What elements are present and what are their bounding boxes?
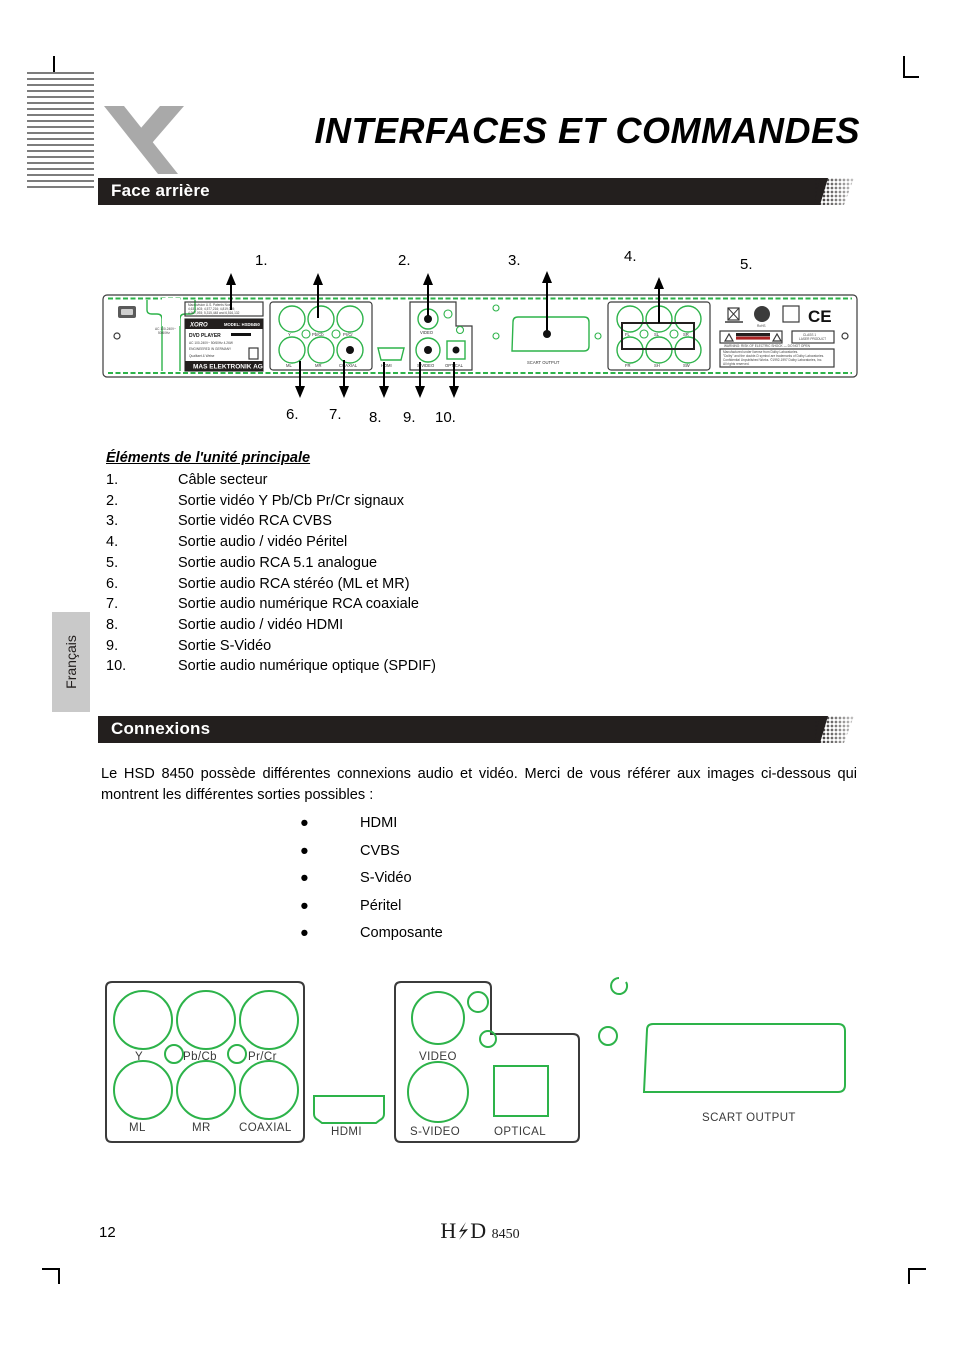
svg-text:SCART OUTPUT: SCART OUTPUT xyxy=(527,360,560,365)
list-item: 7. Sortie audio numérique RCA coaxiale xyxy=(106,596,419,613)
label-hdmi: HDMI xyxy=(331,1126,362,1138)
xoro-x-logo xyxy=(100,100,190,176)
svg-text:RoHS: RoHS xyxy=(757,324,766,328)
parts-list-heading: Éléments de l'unité principale xyxy=(106,450,311,466)
parts-list: 1. Câble secteur 2. Sortie vidéo Y Pb/Cb P… xyxy=(106,470,666,677)
list-item: 9. Sortie S-Vidéo xyxy=(106,637,272,654)
svg-text:MR: MR xyxy=(315,363,322,368)
list-item: 1. Câble secteur xyxy=(106,472,268,488)
connector-diagrams: .cg { fill:none; stroke:#2db34a; stroke-… xyxy=(98,968,868,1168)
svg-text:DVD PLAYER: DVD PLAYER xyxy=(189,333,221,339)
section-banner-rear-panel: Face arrière xyxy=(98,178,858,205)
bullet-icon: ● xyxy=(300,897,309,914)
footer-logo-number: 8450 xyxy=(491,1227,520,1242)
rear-panel-diagram: .gl { fill:none; stroke:#2db34a; stroke-… xyxy=(100,240,860,440)
svg-text:ML: ML xyxy=(286,363,292,368)
footer-logo-h: H xyxy=(440,1218,457,1243)
ac-inlet-icon xyxy=(118,306,136,318)
list-item: ● CVBS xyxy=(300,838,443,866)
list-item: 2. Sortie vidéo Y Pb/Cb Pr/Cr signaux xyxy=(106,492,404,509)
bullet-icon: ● xyxy=(300,925,309,941)
crop-mark-bottom-left xyxy=(42,1268,64,1290)
svg-text:Y: Y xyxy=(288,332,291,337)
svg-text:SR: SR xyxy=(683,332,689,337)
page-number: 12 xyxy=(99,1224,116,1241)
banner-halftone-tail xyxy=(814,716,860,743)
list-item: ● Composante xyxy=(300,920,443,948)
list-item: 6. Sortie audio RCA stéréo (ML et MR) xyxy=(106,575,410,592)
svg-text:COAXIAL: COAXIAL xyxy=(339,363,358,368)
svg-text:50/60Hz: 50/60Hz xyxy=(158,331,170,335)
svg-text:SH: SH xyxy=(654,363,660,368)
callout-10: 10. xyxy=(435,409,456,426)
svg-text:WARNING: RISK OF ELECTRIC SHOC: WARNING: RISK OF ELECTRIC SHOCK — DO NOT… xyxy=(724,344,811,348)
list-item: 10. Sortie audio numérique optique (SPDIF… xyxy=(106,658,436,675)
crop-mark-top-right xyxy=(903,56,925,78)
callout-2: 2. xyxy=(398,252,411,269)
svg-text:XORO: XORO xyxy=(189,323,208,329)
list-item: 3. Sortie vidéo RCA CVBS xyxy=(106,513,332,530)
callout-5: 5. xyxy=(740,256,753,273)
section-banner-connexions: Connexions xyxy=(98,716,858,743)
svg-text:HDMI: HDMI xyxy=(381,363,392,368)
bullet-icon: ● xyxy=(300,842,309,859)
label-optical: OPTICAL xyxy=(494,1126,546,1138)
page-title: INTERFACES ET COMMANDES xyxy=(314,110,860,151)
label-scart: SCART OUTPUT xyxy=(702,1112,796,1124)
ce-icon: CE xyxy=(808,307,832,326)
svg-text:MODEL: HSD8450: MODEL: HSD8450 xyxy=(224,322,261,327)
list-item: ● HDMI xyxy=(300,810,443,838)
list-item: ● Péritel xyxy=(300,893,443,921)
rohs-icon: RoHS xyxy=(754,306,770,328)
label-svideo: S-VIDEO xyxy=(410,1126,460,1138)
callout-3: 3. xyxy=(508,252,521,269)
list-item: ● S-Vidéo xyxy=(300,865,443,893)
footer-logo-d: D xyxy=(470,1218,487,1243)
svg-text:FR: FR xyxy=(625,363,631,368)
weee-icon xyxy=(725,307,743,323)
connector-diagrams-svg: .cg { fill:none; stroke:#2db34a; stroke-… xyxy=(105,977,846,1143)
svg-text:SW: SW xyxy=(683,363,690,368)
svg-text:All rights reserved.: All rights reserved. xyxy=(723,362,750,366)
language-tab: Français xyxy=(52,612,90,712)
label-ml: ML xyxy=(129,1122,146,1134)
banner-label-connexions: Connexions xyxy=(111,719,211,738)
callout-7: 7. xyxy=(329,406,342,423)
language-tab-label: Français xyxy=(63,635,79,689)
banner-halftone-tail xyxy=(814,178,860,205)
bullet-icon: ● xyxy=(300,870,309,886)
svg-text:AC 100-240V~ 50/60Hz 4.26W: AC 100-240V~ 50/60Hz 4.26W xyxy=(189,341,233,345)
svg-text:LASER PRODUCT: LASER PRODUCT xyxy=(799,337,826,341)
connexions-paragraph: Le HSD 8450 possède différentes connexio… xyxy=(101,766,857,803)
connexions-bullet-list: ● HDMI ● CVBS ● S-Vidéo ● Péritel ● Composant… xyxy=(300,810,443,948)
footer-product-logo: HD 8450 xyxy=(400,1218,560,1244)
svg-text:CE: CE xyxy=(808,307,832,326)
stripe-decoration xyxy=(27,72,94,188)
banner-label-rear-panel: Face arrière xyxy=(111,181,210,200)
label-coaxial: COAXIAL xyxy=(239,1122,292,1134)
list-item: 8. Sortie audio / vidéo HDMI xyxy=(106,616,344,633)
svg-text:FL: FL xyxy=(625,332,631,337)
svg-text:Pb/Cb: Pb/Cb xyxy=(312,332,324,337)
callout-8: 8. xyxy=(369,409,382,426)
callout-1: 1. xyxy=(255,252,268,269)
crop-mark-bottom-right xyxy=(906,1268,928,1290)
callout-4: 4. xyxy=(624,248,637,265)
svg-text:Qualitaet & Weise: Qualitaet & Weise xyxy=(189,354,215,358)
svg-text:ENGINEERED IN GERMANY: ENGINEERED IN GERMANY xyxy=(189,347,232,351)
callout-9: 9. xyxy=(403,409,416,426)
list-item: 4. Sortie audio / vidéo Péritel xyxy=(106,534,348,551)
callout-6: 6. xyxy=(286,406,299,423)
svg-text:MAS ELEKTRONIK AG: MAS ELEKTRONIK AG xyxy=(193,364,263,371)
bullet-icon: ● xyxy=(300,815,309,831)
svg-text:SL: SL xyxy=(654,332,660,337)
svg-text:VIDEO: VIDEO xyxy=(420,330,434,335)
label-mr: MR xyxy=(192,1122,211,1134)
svg-text:Pr/Cr: Pr/Cr xyxy=(343,332,353,337)
svg-text:4,907,093; 5,315,448 and 6,516: 4,907,093; 5,315,448 and 6,516,132 xyxy=(188,311,240,315)
list-item: 5. Sortie audio RCA 5.1 analogue xyxy=(106,554,378,571)
